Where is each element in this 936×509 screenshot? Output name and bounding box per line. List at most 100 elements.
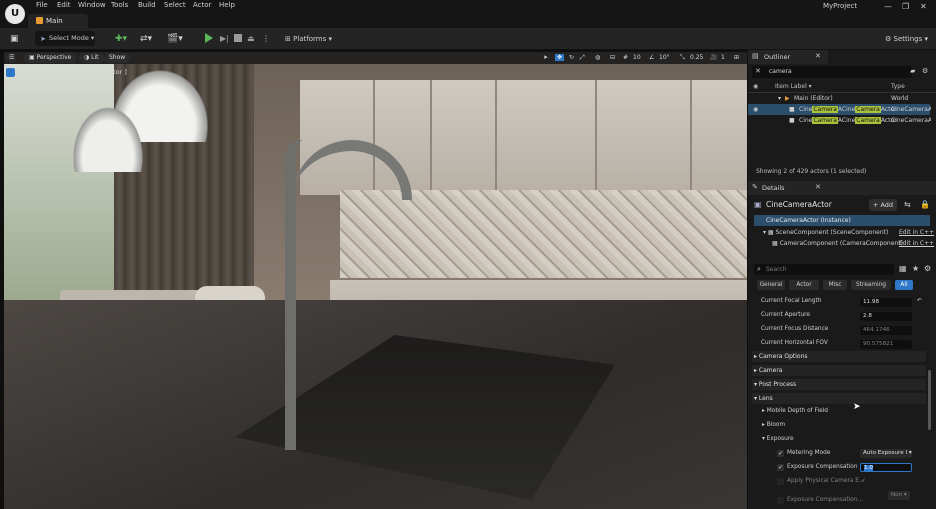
filter-misc[interactable]: Misc xyxy=(823,280,847,290)
close-details-icon[interactable]: ✕ xyxy=(815,183,821,191)
menu-file[interactable]: File xyxy=(36,1,48,9)
pilot-camera-icon[interactable] xyxy=(6,68,15,77)
close-outliner-icon[interactable]: ✕ xyxy=(815,52,821,60)
translate-tool-icon[interactable]: ✥ xyxy=(555,54,565,61)
lock-icon[interactable]: 🔒 xyxy=(920,200,930,209)
camera-speed-icon[interactable]: 🎥 xyxy=(710,54,717,61)
outliner-row-cinecamera[interactable]: ■ CineCameraACineCameraActor CineCameraA… xyxy=(748,115,931,126)
edit-in-cpp-link[interactable]: Edit in C++ xyxy=(899,229,934,236)
actor-label: CineCameraACineCameraActor xyxy=(799,106,897,113)
maximize-button[interactable]: ❐ xyxy=(902,2,909,11)
section-mobile-dof[interactable]: ▸ Mobile Depth of Field xyxy=(762,408,828,414)
metering-mode-checkbox[interactable]: ✓ xyxy=(777,450,784,457)
grid-snap-icon[interactable]: # xyxy=(623,54,628,61)
details-settings-icon[interactable]: ⚙ xyxy=(924,264,931,273)
filter-general[interactable]: General xyxy=(757,280,785,290)
clear-search-icon[interactable]: ✕ xyxy=(755,67,761,75)
folder-icon[interactable]: ▰ xyxy=(910,67,915,75)
settings-button[interactable]: ⚙ Settings ▾ xyxy=(885,32,928,46)
blueprint-convert-icon[interactable]: ⇆ xyxy=(904,200,911,209)
rotate-tool-icon[interactable]: ↻ xyxy=(569,54,574,61)
play-button[interactable] xyxy=(205,33,213,43)
filter-actor[interactable]: Actor xyxy=(789,280,819,290)
world-space-icon[interactable]: ◍ xyxy=(595,54,600,61)
show-button[interactable]: Show xyxy=(104,53,131,63)
scale-tool-icon[interactable]: ⤢ xyxy=(580,54,585,62)
scale-snap-value[interactable]: 0.25 xyxy=(690,54,703,61)
outliner-search-input[interactable]: camera xyxy=(752,66,912,78)
select-tool-icon[interactable]: ➤ xyxy=(543,54,548,61)
outliner-row-cinecamera-selected[interactable]: ◉ ■ CineCameraACineCameraActor CineCamer… xyxy=(748,104,931,115)
section-camera[interactable]: ▸ Camera xyxy=(754,367,782,374)
prop-current-focal-length-value[interactable]: 11.98 xyxy=(860,298,912,307)
filter-all[interactable]: All xyxy=(895,280,913,290)
add-component-button[interactable]: + Add xyxy=(869,199,897,211)
minimize-button[interactable]: — xyxy=(884,2,892,11)
section-bloom[interactable]: ▸ Bloom xyxy=(762,422,785,428)
rotation-snap-icon[interactable]: ∠ xyxy=(649,54,654,61)
section-lens[interactable]: ▾ Lens xyxy=(754,395,773,402)
perspective-label: Perspective xyxy=(36,54,72,61)
prop-current-aperture-value[interactable]: 2.8 xyxy=(860,312,912,321)
menu-help[interactable]: Help xyxy=(219,1,235,9)
lit-button[interactable]: ◑ Lit xyxy=(79,53,104,63)
more-options-icon[interactable]: ⋮ xyxy=(262,32,270,46)
filter-streaming[interactable]: Streaming xyxy=(851,280,891,290)
exposure-compensation-input[interactable]: 1.0 xyxy=(860,463,912,472)
apply-physical-camera-checkbox[interactable] xyxy=(777,478,784,485)
platforms-dropdown[interactable]: ⊞ Platforms ▾ xyxy=(285,32,332,46)
platforms-label: Platforms xyxy=(293,35,327,43)
details-search-input[interactable]: Search xyxy=(754,264,894,275)
rotation-snap-value[interactable]: 10° xyxy=(659,54,670,61)
perspective-button[interactable]: ▣ Perspective xyxy=(24,53,77,63)
menu-actor[interactable]: Actor xyxy=(193,1,211,9)
section-post-process[interactable]: ▾ Post Process xyxy=(754,381,796,388)
gear-icon[interactable]: ⚙ xyxy=(922,67,928,75)
reset-to-default-icon[interactable]: ↶ xyxy=(917,298,922,304)
visibility-eye-icon[interactable]: ◉ xyxy=(753,104,758,115)
maximize-viewport-icon[interactable]: ⊞ xyxy=(734,54,739,61)
visibility-column-icon[interactable]: ◉ xyxy=(753,83,758,90)
grid-snap-value[interactable]: 10 xyxy=(633,54,641,61)
actor-type: CineCameraActor xyxy=(891,106,931,113)
cinematics-icon[interactable]: 🎬▾ xyxy=(167,32,183,46)
expand-arrow-icon[interactable]: ▾ xyxy=(778,93,781,104)
menu-build[interactable]: Build xyxy=(138,1,156,9)
favorites-star-icon[interactable]: ★ xyxy=(912,264,919,273)
blueprint-icon[interactable]: ⇄▾ xyxy=(140,32,152,46)
menu-select[interactable]: Select xyxy=(164,1,186,9)
camera-component-row[interactable]: ▦ CameraComponent (CameraComponent) xyxy=(772,240,903,247)
step-icon[interactable]: ▶| xyxy=(220,32,229,46)
edit-in-cpp-link[interactable]: Edit in C++ xyxy=(899,240,934,247)
scale-snap-icon[interactable]: ⤡ xyxy=(680,54,685,62)
metering-mode-label: Metering Mode xyxy=(787,450,831,456)
stop-button[interactable] xyxy=(234,34,242,42)
column-type[interactable]: Type xyxy=(891,83,905,90)
metering-mode-dropdown[interactable]: Auto Exposure I ▾ xyxy=(860,449,912,458)
scene-cabinet-seam xyxy=(595,80,597,195)
details-scrollbar[interactable] xyxy=(928,370,931,430)
surface-snap-icon[interactable]: ⊟ xyxy=(610,54,615,61)
menu-edit[interactable]: Edit xyxy=(57,1,71,9)
close-button[interactable]: ✕ xyxy=(920,2,927,11)
unreal-logo-icon[interactable]: U xyxy=(5,4,25,24)
add-content-icon[interactable]: ✚▾ xyxy=(115,32,127,46)
exposure-compensation-checkbox[interactable]: ✓ xyxy=(777,464,784,471)
column-item-label[interactable]: Item Label ▾ xyxy=(775,83,812,90)
scene-component-row[interactable]: ▾ ▦ SceneComponent (SceneComponent) xyxy=(763,229,888,236)
component-instance-row[interactable]: CineCameraActor (Instance) xyxy=(754,215,930,226)
exposure-comp-curve-checkbox[interactable] xyxy=(777,497,784,504)
exposure-comp-curve-dropdown[interactable]: Non ▾ xyxy=(888,491,910,500)
property-matrix-icon[interactable]: ▦ xyxy=(899,264,907,273)
section-camera-options[interactable]: ▸ Camera Options xyxy=(754,353,808,360)
actor-name-field[interactable]: CineCameraActor xyxy=(766,200,832,209)
camera-speed-value[interactable]: 1 xyxy=(721,54,725,61)
outliner-row-world[interactable]: ▾ ▶ Main (Editor) World xyxy=(748,93,928,104)
menu-window[interactable]: Window xyxy=(78,1,106,9)
section-exposure[interactable]: ▾ Exposure xyxy=(762,436,794,442)
save-icon[interactable]: ▣ xyxy=(10,32,19,46)
actor-type: CineCameraActor xyxy=(891,117,931,124)
eject-icon[interactable]: ⏏ xyxy=(247,32,255,46)
tab-main-level[interactable]: Main xyxy=(28,14,88,28)
menu-tools[interactable]: Tools xyxy=(111,1,128,9)
